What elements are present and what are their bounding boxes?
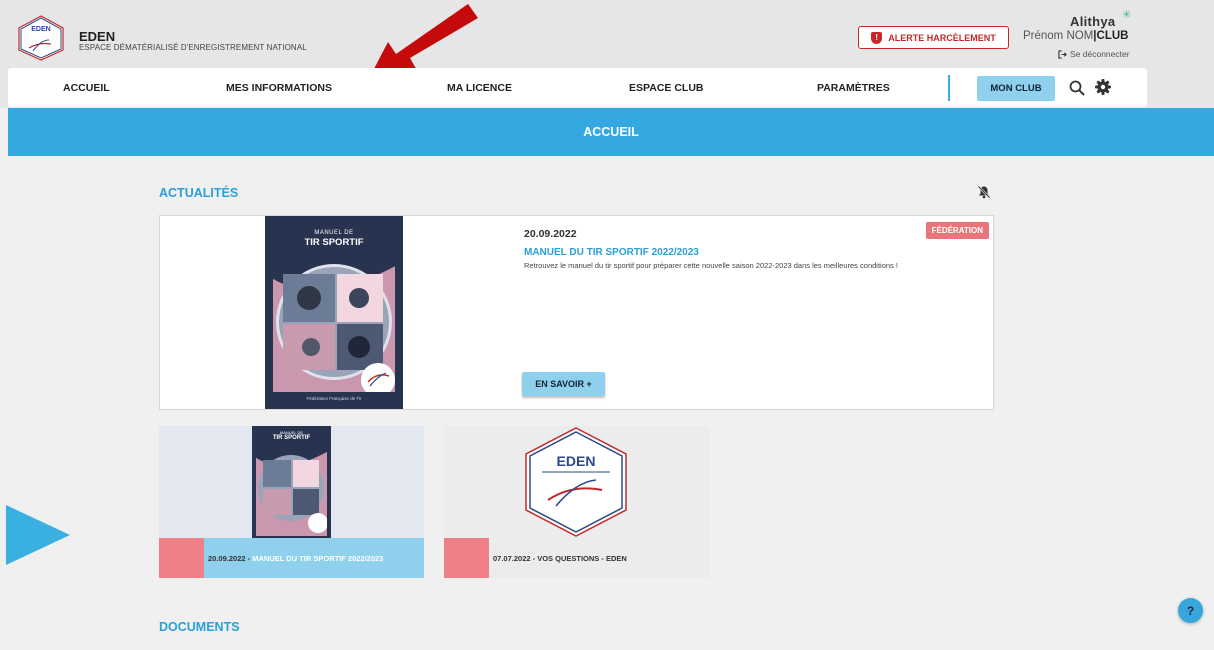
news-title[interactable]: MANUEL DU TIR SPORTIF 2022/2023 [524, 247, 699, 258]
page-banner: ACCUEIL [8, 108, 1214, 156]
nav-accueil[interactable]: ACCUEIL [63, 82, 110, 94]
company-logo: Alithya [1070, 14, 1116, 29]
eden-logo-large: EDEN [525, 427, 627, 537]
nav-espace-club[interactable]: ESPACE CLUB [629, 82, 703, 94]
nav-ma-licence[interactable]: MA LICENCE [447, 82, 512, 94]
svg-text:EDEN: EDEN [31, 26, 50, 33]
user-name[interactable]: Prénom NOM|CLUB [1023, 30, 1128, 42]
tile-caption-bar: 20.09.2022 - MANUEL DU TIR SPORTIF 2022/… [159, 538, 424, 578]
news-tile[interactable]: MANUEL DE TIR SPORTIF 20.09.2022 - MANUE… [159, 426, 424, 578]
brand-name: EDEN [79, 29, 116, 44]
play-arrow-icon [6, 505, 70, 565]
cover-photo-collage [273, 264, 395, 392]
shield-icon: ! [871, 31, 883, 44]
page-title: ACCUEIL [583, 125, 639, 139]
tile-label: 20.09.2022 - MANUEL DU TIR SPORTIF 2022/… [208, 553, 384, 563]
tile-label: 07.07.2022 - VOS QUESTIONS - EDEN [493, 553, 627, 563]
sparkle-icon: ✳ [1122, 9, 1132, 21]
read-more-button[interactable]: EN SAVOIR + [522, 372, 605, 396]
news-description: Retrouvez le manuel du tir sportif pour … [524, 261, 898, 270]
featured-news-card[interactable]: MANUEL DE TIR SPORTIF Fédération Françai… [159, 215, 994, 410]
bell-off-icon[interactable] [977, 185, 991, 199]
tile-caption-bar: 07.07.2022 - VOS QUESTIONS - EDEN [444, 538, 709, 578]
news-tile[interactable]: EDEN 07.07.2022 - VOS QUESTIONS - EDEN [444, 426, 709, 578]
documents-section-title: DOCUMENTS [159, 620, 240, 634]
nav-divider [948, 75, 950, 101]
eden-logo[interactable]: EDEN [15, 14, 67, 62]
brand-subtitle: ESPACE DÉMATÉRIALISÉ D'ENREGISTREMENT NA… [79, 43, 307, 52]
category-badge: FÉDÉRATION [925, 222, 989, 239]
svg-text:EDEN: EDEN [557, 453, 596, 469]
manual-cover-image: MANUEL DE TIR SPORTIF Fédération Françai… [265, 216, 403, 409]
logout-link[interactable]: Se déconnecter [1058, 49, 1130, 59]
news-section-title: ACTUALITÉS [159, 186, 239, 200]
nav-parametres[interactable]: PARAMÈTRES [817, 82, 890, 94]
nav-mes-informations[interactable]: MES INFORMATIONS [226, 82, 332, 94]
manual-cover-thumbnail: MANUEL DE TIR SPORTIF [252, 426, 331, 538]
harassment-alert-button[interactable]: ! ALERTE HARCÈLEMENT [858, 26, 1009, 49]
mon-club-button[interactable]: MON CLUB [977, 76, 1055, 101]
news-date: 20.09.2022 [524, 228, 577, 240]
gear-icon[interactable] [1094, 78, 1112, 96]
main-nav: ACCUEIL MES INFORMATIONS MA LICENCE ESPA… [8, 68, 1147, 107]
help-button[interactable]: ? [1178, 598, 1203, 623]
logout-icon [1058, 49, 1067, 59]
search-icon[interactable] [1068, 79, 1086, 97]
alert-label: ALERTE HARCÈLEMENT [888, 32, 996, 43]
